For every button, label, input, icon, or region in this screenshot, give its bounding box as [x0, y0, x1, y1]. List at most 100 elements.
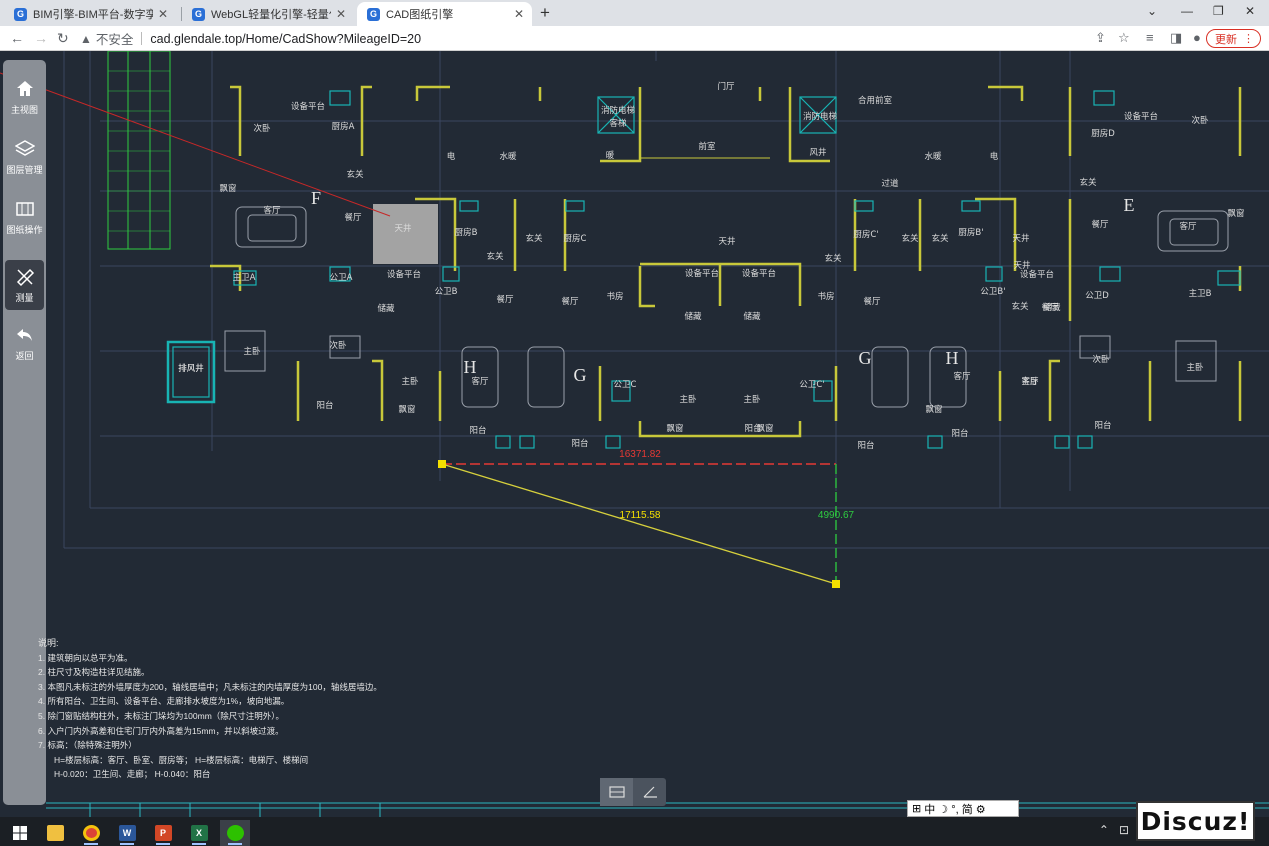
more-menu-icon: ⋮ — [1243, 33, 1254, 45]
room-label: 消防电梯 — [803, 111, 838, 122]
sidebar-item-label: 图纸操作 — [6, 225, 43, 235]
glendale-favicon-icon: G — [14, 7, 27, 21]
room-label: 阳台 — [316, 400, 333, 411]
reload-icon[interactable]: ↻ — [57, 30, 69, 47]
wechat-icon[interactable] — [220, 820, 250, 846]
room-label: 飘窗 — [1227, 208, 1244, 219]
room-label: 过道 — [881, 178, 899, 189]
discuz-watermark: Discuz! — [1136, 801, 1255, 841]
sidebar-item-home-view[interactable]: 主视图 — [3, 72, 46, 122]
room-label: 主卧 — [679, 394, 697, 405]
sidebar-item-measure[interactable]: 测量 — [5, 260, 44, 310]
cad-viewer[interactable]: 16371.82 17115.58 4990.67 门厅 前室 合用前室 过道 天井 天井… — [0, 51, 1269, 817]
angle-measure-icon[interactable] — [633, 778, 666, 806]
room-label: 厨房B' — [958, 227, 983, 238]
elevation-note: H=楼层标高：客厅、卧室、厨房等； H=楼层标高：电梯厅、楼梯间 — [54, 754, 309, 765]
room-label: 玄关 — [824, 253, 842, 264]
file-explorer-icon[interactable] — [40, 820, 70, 846]
forward-arrow-icon[interactable]: → — [34, 30, 48, 46]
room-label: 餐厅 — [496, 295, 514, 305]
profile-icon[interactable]: ● — [1193, 30, 1201, 45]
measure-start-handle[interactable] — [438, 460, 446, 468]
network-icon[interactable]: ⊡ — [1119, 823, 1129, 837]
tab-cad-engine[interactable]: G CAD图纸引擎 ✕ — [357, 2, 532, 26]
tab-title: CAD图纸引擎 — [386, 9, 454, 21]
update-label: 更新 — [1215, 33, 1237, 46]
room-label: 阳台 — [469, 425, 486, 436]
room-label: 客厅 — [953, 371, 971, 382]
chevron-up-icon[interactable]: ⌃ — [1099, 823, 1109, 837]
room-label: 厨房A — [332, 121, 355, 132]
measure-end-handle[interactable] — [832, 580, 840, 588]
sidebar-item-back[interactable]: 返回 — [3, 318, 46, 368]
powerpoint-icon[interactable]: P — [148, 820, 178, 846]
room-label: 公卫B — [435, 287, 458, 297]
horizontal-measure-icon[interactable] — [600, 778, 633, 806]
room-label: 次卧 — [329, 340, 347, 351]
bookmark-star-icon[interactable]: ☆ — [1118, 30, 1130, 46]
room-label: 消防电梯 — [601, 105, 636, 116]
room-label: 玄关 — [346, 169, 364, 180]
room-label: 厨房C' — [853, 229, 878, 240]
close-icon[interactable]: ✕ — [158, 7, 168, 21]
tab-webgl-engine[interactable]: G WebGL轻量化引擎-轻量化CAD图 ✕ — [182, 2, 354, 26]
room-label: 厨房C — [564, 233, 587, 244]
chrome-icon[interactable] — [76, 820, 106, 846]
unit-type-letter: G — [859, 348, 872, 368]
note-item: 2. 柱尺寸及构造柱详见结施。 — [38, 667, 150, 678]
ime-toolbar[interactable]: ⊞ 中 ☽ °, 简 ⚙ — [907, 800, 1019, 817]
room-label: 飘窗 — [398, 404, 415, 415]
room-label: 水暖 — [924, 151, 942, 162]
room-label: 书房 — [817, 291, 834, 302]
room-label: 厨房B — [455, 227, 478, 238]
room-label: 主卧 — [1186, 362, 1204, 373]
room-label: 设备平台 — [291, 101, 325, 112]
excel-icon[interactable]: X — [184, 820, 214, 846]
room-label: 水暖 — [499, 151, 517, 162]
room-label: 玄关 — [901, 233, 919, 244]
maximize-icon[interactable]: ❐ — [1213, 4, 1224, 18]
address-bar-row: ← → ↻ ▲ 不安全 cad.glendale.top/Home/CadSho… — [0, 26, 1269, 51]
room-label: 主卫A — [233, 272, 256, 283]
share-icon[interactable]: ⇪ — [1095, 30, 1106, 46]
windows-start-icon[interactable] — [5, 820, 35, 846]
url-field[interactable]: ▲ 不安全 cad.glendale.top/Home/CadShow?Mile… — [80, 28, 1140, 49]
measure-toolbar — [600, 778, 666, 806]
room-label: 玄关 — [1079, 177, 1097, 188]
plus-icon[interactable]: + — [540, 3, 550, 23]
sidebar-item-layers[interactable]: 图层管理 — [3, 132, 46, 182]
warning-icon[interactable]: ▲ — [80, 32, 92, 46]
sidebar-item-label: 主视图 — [10, 105, 38, 115]
url-text[interactable]: cad.glendale.top/Home/CadShow?MileageID=… — [150, 32, 421, 46]
measure-horizontal-value: 16371.82 — [619, 449, 661, 460]
unit-type-letter: G — [574, 365, 587, 385]
note-item: 5. 除门窗贴结构柱外，未标注门垛均为100mm（除尺寸注明外）。 — [38, 710, 285, 721]
close-icon[interactable]: ✕ — [336, 7, 346, 21]
sidebar-item-label: 图层管理 — [6, 165, 43, 175]
tab-bim-engine[interactable]: G BIM引擎-BIM平台-数字孪生引擎 ✕ — [4, 2, 176, 26]
room-label: 玄关 — [486, 251, 504, 262]
chevron-down-icon[interactable]: ⌄ — [1147, 4, 1157, 18]
unit-type-letter: H — [946, 348, 959, 368]
room-label: 餐厅 — [863, 297, 881, 307]
note-item: 7. 标高：（除特殊注明外） — [38, 740, 137, 751]
sidebar-item-drawing-ops[interactable]: 图纸操作 — [3, 192, 46, 242]
room-label: 次卧 — [1191, 115, 1209, 126]
room-label: 公卫C — [614, 380, 637, 390]
drawing-ops-icon — [14, 198, 36, 220]
word-icon[interactable]: W — [112, 820, 142, 846]
room-label: 主卧 — [401, 376, 419, 387]
back-arrow-icon[interactable]: ← — [10, 30, 24, 46]
side-panel-icon[interactable]: ◨ — [1170, 30, 1182, 46]
close-icon[interactable]: ✕ — [514, 7, 524, 21]
elevation-note: H-0.020：卫生间、走廊； H-0.040：阳台 — [54, 769, 211, 780]
notes-heading: 说明: — [38, 638, 59, 648]
minimize-icon[interactable]: — — [1181, 4, 1193, 18]
reading-list-icon[interactable]: ≡ — [1146, 30, 1154, 45]
close-window-icon[interactable]: ✕ — [1245, 4, 1255, 18]
update-button[interactable]: 更新 ⋮ — [1206, 29, 1261, 48]
room-label: 阳台 — [571, 438, 588, 449]
room-label: 玄关 — [1011, 301, 1029, 312]
url-divider — [141, 32, 143, 45]
note-item: 6. 入户门内外高差和住宅门厅内外高差为15mm，并以斜坡过渡。 — [38, 725, 284, 736]
